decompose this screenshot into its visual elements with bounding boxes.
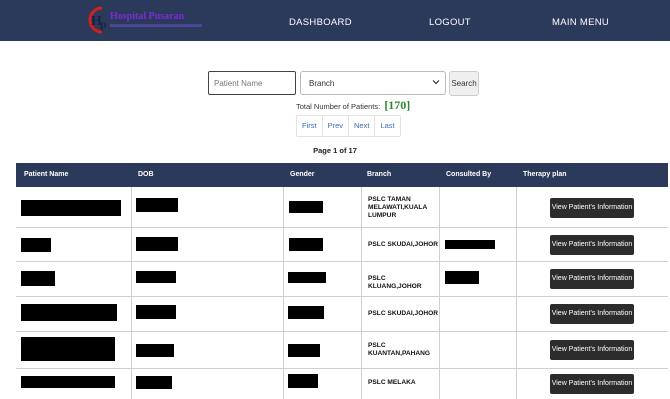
patient-name-input[interactable] — [208, 71, 296, 95]
total-patients-count: [170] — [384, 98, 411, 112]
redacted-patient-name — [21, 376, 115, 388]
top-navbar: H p Hospital Pusaran DASHBOARD LOGOUT MA… — [0, 0, 670, 41]
table-row: PSLC SKUDAI,JOHOR View Patient's Informa… — [16, 297, 668, 332]
redacted-patient-name — [21, 200, 121, 216]
nav-main-menu[interactable]: MAIN MENU — [552, 17, 609, 28]
view-patient-info-button[interactable]: View Patient's Information — [550, 304, 634, 324]
redacted-patient-name — [21, 304, 117, 321]
redacted-gender — [288, 344, 320, 357]
pager-prev-button[interactable]: Prev — [323, 116, 350, 136]
page-indicator: Page 1 of 17 — [313, 146, 357, 155]
redacted-patient-name — [21, 337, 115, 361]
branch-select[interactable]: Branch — [300, 71, 446, 95]
pager-next-button[interactable]: Next — [349, 116, 376, 136]
logo-title: Hospital Pusaran — [110, 11, 185, 22]
col-branch: Branch — [367, 171, 392, 178]
table-row: PSLC KUANTAN,PAHANG View Patient's Infor… — [16, 332, 668, 369]
logo-subtitle-bar — [110, 24, 202, 27]
pagination: First Prev Next Last — [296, 115, 401, 137]
table-row: PSLC KLUANG,JOHOR View Patient's Informa… — [16, 262, 668, 297]
table-header: Patient Name DOB Gender Branch Consulted… — [16, 163, 668, 187]
nav-logout[interactable]: LOGOUT — [429, 17, 471, 28]
view-patient-info-button[interactable]: View Patient's Information — [550, 235, 634, 255]
view-patient-info-button[interactable]: View Patient's Information — [550, 374, 634, 394]
redacted-patient-name — [21, 238, 51, 252]
redacted-consultant — [445, 240, 495, 249]
redacted-dob — [136, 198, 178, 212]
branch-select-value: Branch — [309, 79, 335, 88]
view-patient-info-button[interactable]: View Patient's Information — [550, 198, 634, 218]
redacted-consultant — [445, 271, 479, 284]
view-patient-info-button[interactable]: View Patient's Information — [550, 269, 634, 289]
col-patient-name: Patient Name — [24, 171, 69, 178]
redacted-gender — [288, 272, 326, 283]
redacted-gender — [289, 238, 323, 251]
redacted-patient-name — [21, 271, 55, 286]
branch-value: PSLC SKUDAI,JOHOR — [368, 241, 438, 248]
redacted-dob — [136, 237, 178, 251]
branch-value: PSLC KUANTAN,PAHANG — [368, 342, 431, 357]
redacted-gender — [289, 201, 323, 213]
table-row: PSLC SKUDAI,JOHOR View Patient's Informa… — [16, 228, 668, 262]
svg-text:p: p — [100, 17, 107, 31]
hospital-logo[interactable]: H p Hospital Pusaran — [88, 4, 208, 36]
chevron-down-icon — [432, 80, 440, 85]
redacted-gender — [288, 306, 324, 319]
branch-value: PSLC KLUANG,JOHOR — [368, 275, 422, 290]
col-consulted-by: Consulted By — [446, 171, 492, 178]
nav-dashboard[interactable]: DASHBOARD — [289, 17, 352, 28]
search-button[interactable]: Search — [449, 71, 479, 96]
pager-first-button[interactable]: First — [297, 116, 323, 136]
branch-value: PSLC SKUDAI,JOHOR — [368, 310, 438, 317]
redacted-dob — [136, 376, 172, 389]
pager-last-button[interactable]: Last — [375, 116, 399, 136]
redacted-dob — [136, 344, 174, 357]
total-patients: Total Number of Patients: [170] — [296, 98, 410, 113]
table-row: PSLC MELAKA View Patient's Information — [16, 369, 668, 399]
table-row: PSLC TAMAN MELAWATI,KUALA LUMPUR View Pa… — [16, 187, 668, 228]
redacted-gender — [288, 374, 318, 388]
total-patients-label: Total Number of Patients: — [296, 102, 381, 111]
redacted-dob — [136, 305, 176, 319]
branch-value: PSLC TAMAN MELAWATI,KUALA LUMPUR — [368, 196, 427, 219]
redacted-dob — [136, 271, 176, 283]
branch-value: PSLC MELAKA — [368, 379, 416, 386]
view-patient-info-button[interactable]: View Patient's Information — [550, 340, 634, 360]
col-gender: Gender — [290, 171, 315, 178]
col-dob: DOB — [138, 171, 154, 178]
patients-table: Patient Name DOB Gender Branch Consulted… — [16, 163, 668, 399]
col-therapy-plan: Therapy plan — [523, 171, 567, 178]
